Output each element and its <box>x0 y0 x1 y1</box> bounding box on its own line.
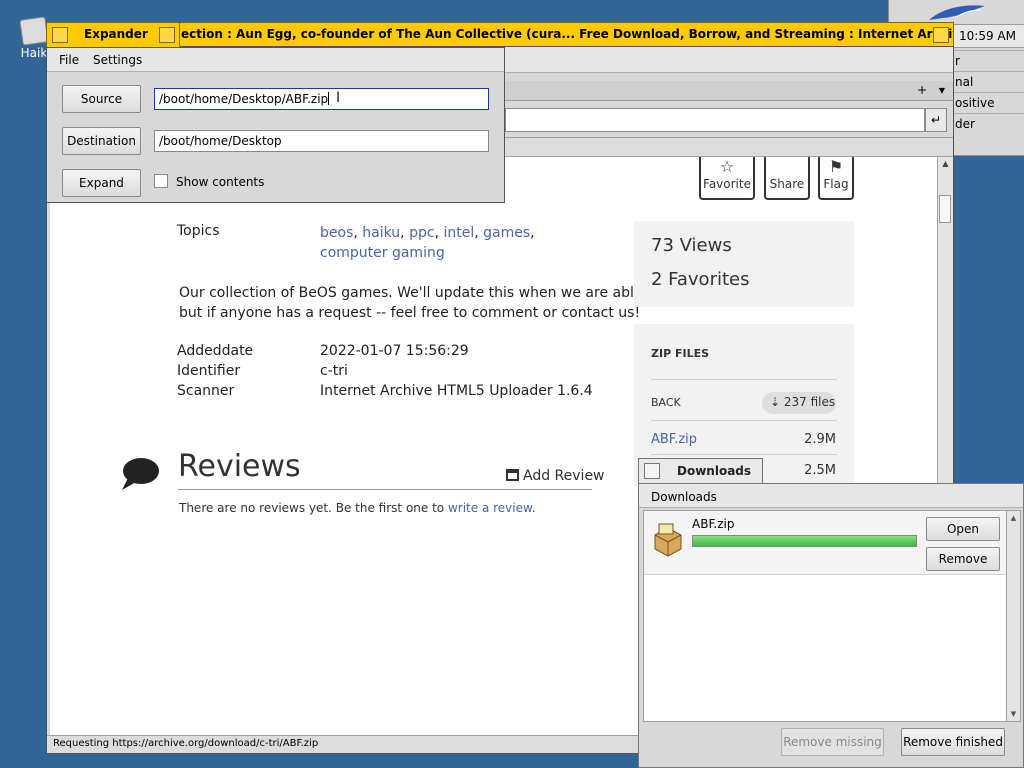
meta-value: 2022-01-07 15:56:29 <box>320 343 469 359</box>
zip-file-size: 2.5M <box>804 463 836 478</box>
clock-area[interactable]: 10:59 AM <box>949 24 1024 48</box>
reviews-title: Reviews <box>178 449 301 484</box>
deskbar-item-4[interactable]: der <box>945 113 1024 134</box>
haiku-leaf-icon[interactable] <box>925 4 987 22</box>
add-review-icon <box>506 469 519 481</box>
downloads-list: ABF.zip Open Remove <box>643 510 1007 722</box>
topics-list: beos, haiku, ppc, intel, games, computer… <box>320 225 535 261</box>
menu-file[interactable]: File <box>59 53 79 67</box>
scroll-up-icon[interactable]: ▲ <box>1007 511 1020 525</box>
expander-title-tab[interactable]: Expander <box>46 22 180 47</box>
topic-link[interactable]: intel <box>443 225 474 241</box>
close-button[interactable] <box>644 463 660 479</box>
remove-button[interactable]: Remove <box>926 547 1000 571</box>
downloads-scrollbar[interactable]: ▲ ▼ <box>1007 510 1021 722</box>
topic-link[interactable]: ppc <box>409 225 434 241</box>
views-count: 73 Views <box>651 235 732 256</box>
meta-label: Addeddate <box>177 343 254 359</box>
topic-link[interactable]: games <box>483 225 530 241</box>
favorites-count: 2 Favorites <box>651 269 750 290</box>
remove-finished-button[interactable]: Remove finished <box>901 728 1005 756</box>
desktop-icon-label: Haik <box>20 46 48 60</box>
share-button[interactable]: Share <box>764 157 810 200</box>
meta-value: c-tri <box>320 363 348 379</box>
clock: 10:59 AM <box>959 29 1016 43</box>
menu-downloads[interactable]: Downloads <box>651 490 717 504</box>
browser-title-tab[interactable]: ection : Aun Egg, co-founder of The Aun … <box>146 22 954 47</box>
deskbar-item-3[interactable]: ositive <box>945 92 1024 113</box>
topic-link[interactable]: beos <box>320 225 353 241</box>
download-file-name: ABF.zip <box>692 517 735 531</box>
topic-link[interactable]: haiku <box>362 225 400 241</box>
add-review-button[interactable]: Add Review <box>506 468 605 484</box>
scroll-thumb[interactable] <box>939 195 951 223</box>
destination-button[interactable]: Destination <box>62 127 141 155</box>
url-field[interactable] <box>505 108 925 132</box>
expander-title: Expander <box>84 27 148 41</box>
zip-file-link[interactable]: ABF.zip <box>651 432 697 447</box>
flag-icon: ⚑ <box>828 157 844 176</box>
no-reviews-text: There are no reviews yet. Be the first o… <box>179 501 536 515</box>
meta-label: Scanner <box>177 383 235 399</box>
description: Our collection of BeOS games. We'll upda… <box>179 285 666 321</box>
deskbar-item-2[interactable]: nal <box>945 71 1024 92</box>
meta-value: Internet Archive HTML5 Uploader 1.6.4 <box>320 383 593 399</box>
deskbar-item-1[interactable]: r <box>945 50 1024 71</box>
divider <box>178 489 592 490</box>
downloads-window: Downloads ABF.zip Open Remove ▲ ▼ Remove… <box>638 483 1024 768</box>
meta-label: Identifier <box>177 363 241 379</box>
expand-button[interactable]: Expand <box>62 169 141 197</box>
downloads-footer: Remove missing Remove finished <box>639 724 1023 767</box>
download-progress-bar <box>692 535 917 547</box>
download-item[interactable]: ABF.zip Open Remove <box>644 511 1006 575</box>
zip-archive-icon <box>654 523 682 557</box>
downloads-title-tab[interactable]: Downloads <box>638 458 763 483</box>
show-contents-label: Show contents <box>176 175 265 189</box>
zip-file-size: 2.9M <box>804 432 836 447</box>
scroll-up-icon[interactable]: ▲ <box>938 157 953 171</box>
expander-menubar: File Settings <box>47 48 504 72</box>
browser-title: ection : Aun Egg, co-founder of The Aun … <box>181 27 953 41</box>
divider <box>651 379 837 380</box>
downloads-menubar: Downloads <box>639 484 1023 508</box>
download-icon: ⇣ <box>770 395 784 409</box>
write-review-link[interactable]: write a review <box>448 501 532 515</box>
downloads-title: Downloads <box>677 464 752 478</box>
status-bar: Requesting https://archive.org/download/… <box>47 735 639 753</box>
zoom-button[interactable] <box>159 27 175 43</box>
new-tab-icon[interactable]: + <box>913 82 931 99</box>
divider <box>651 454 837 455</box>
disk-icon <box>19 16 49 46</box>
expander-window: File Settings Source /boot/home/Desktop/… <box>46 47 505 203</box>
browser-zoom-button[interactable] <box>933 27 949 43</box>
back-link[interactable]: BACK <box>651 396 681 409</box>
ibeam-cursor-icon: I <box>336 90 341 106</box>
menu-settings[interactable]: Settings <box>93 53 142 67</box>
comment-bubble-icon <box>122 458 159 490</box>
topics-label: Topics <box>177 223 220 239</box>
show-contents-checkbox[interactable] <box>154 174 168 188</box>
scroll-down-icon[interactable]: ▼ <box>1007 707 1020 721</box>
remove-missing-button[interactable]: Remove missing <box>781 728 884 756</box>
progress-fill <box>693 536 916 546</box>
stats-box: 73 Views 2 Favorites <box>634 221 854 307</box>
topic-link[interactable]: computer gaming <box>320 245 445 261</box>
star-icon: ☆ <box>719 157 735 176</box>
source-field[interactable]: /boot/home/Desktop/ABF.zip I <box>154 88 489 110</box>
open-button[interactable]: Open <box>926 517 1000 541</box>
flag-button[interactable]: ⚑ Flag <box>818 157 854 200</box>
tab-menu-chevron-icon[interactable]: ▼ <box>933 82 951 99</box>
favorite-button[interactable]: ☆ Favorite <box>699 157 755 200</box>
destination-field[interactable]: /boot/home/Desktop <box>154 130 489 152</box>
source-button[interactable]: Source <box>62 85 141 113</box>
text-cursor <box>328 92 330 105</box>
go-arrow-icon[interactable]: ↵ <box>925 108 947 132</box>
divider <box>651 420 837 421</box>
file-count-badge[interactable]: ⇣ 237 files <box>762 392 836 414</box>
close-button[interactable] <box>52 27 68 43</box>
zip-files-header: ZIP FILES <box>651 347 710 360</box>
